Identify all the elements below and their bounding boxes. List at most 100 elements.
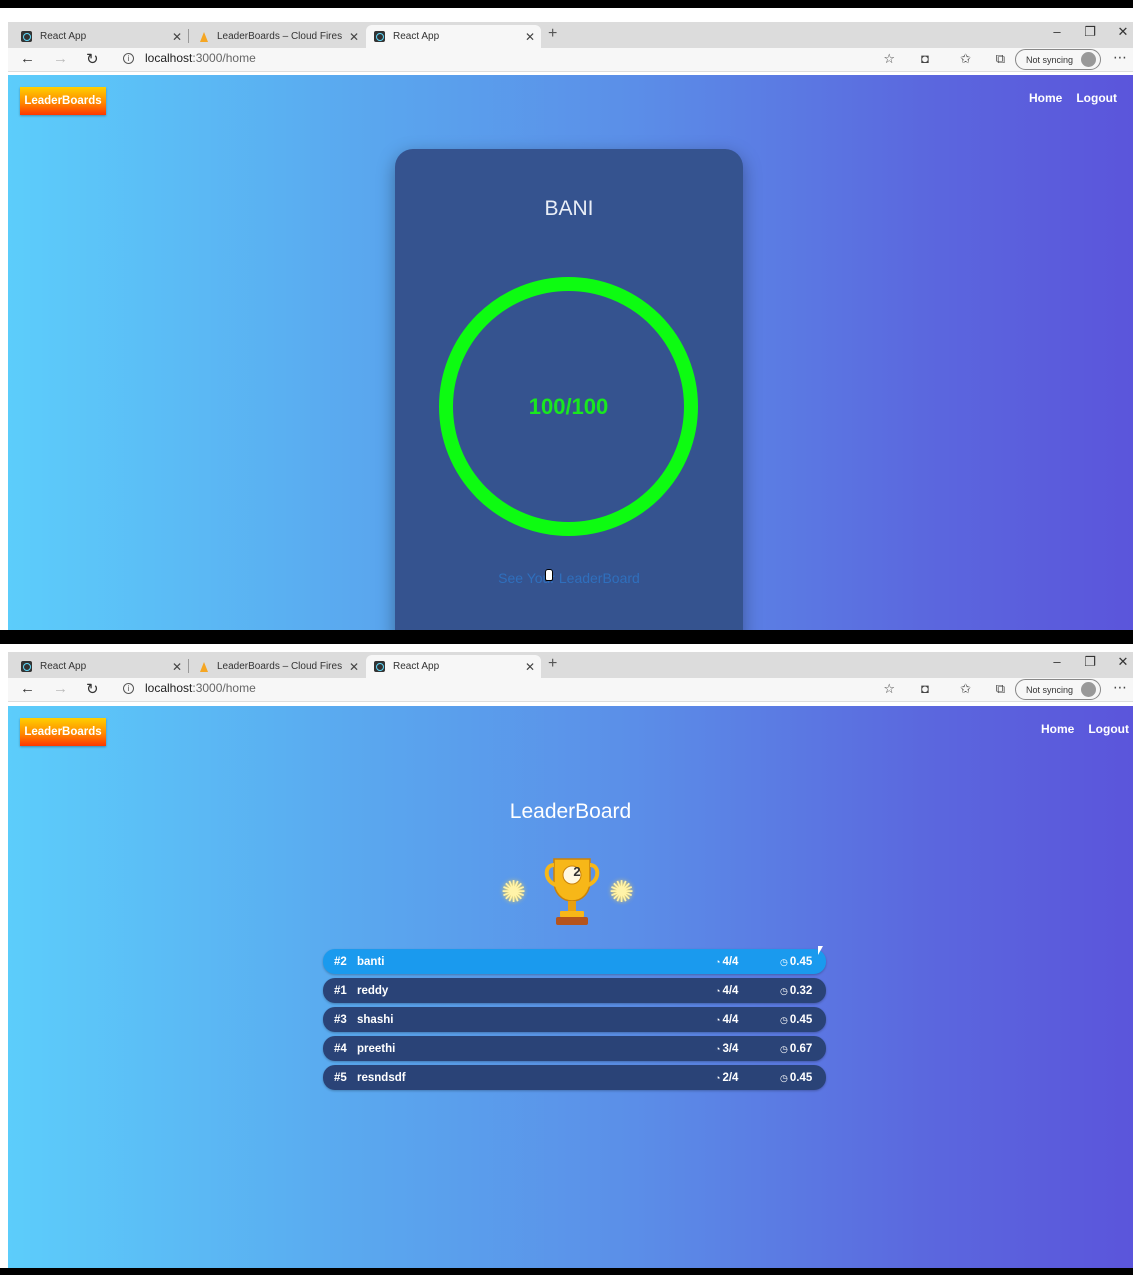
url-input[interactable]: i localhost:3000/home — [123, 681, 256, 695]
leaderboard-row[interactable]: #5 resndsdf ◔ 2/4 ◷ 0.45 — [323, 1065, 826, 1090]
nav-logout-link[interactable]: Logout — [1088, 722, 1129, 736]
row-rank: #2 — [334, 955, 347, 968]
tab-strip: React App ✕ LeaderBoards – Cloud Firesto… — [8, 652, 1133, 678]
leaderboard-title: LeaderBoard — [509, 800, 632, 823]
react-icon — [21, 31, 32, 42]
url-host: localhost — [145, 51, 193, 65]
hand-cursor-icon — [545, 569, 553, 581]
row-rank: #1 — [334, 984, 347, 997]
tab-title: LeaderBoards – Cloud Firestore ... — [217, 661, 342, 672]
window-close-icon[interactable]: ✕ — [1109, 24, 1133, 40]
tab-title: React App — [393, 661, 440, 672]
more-icon[interactable]: ⋯ — [1113, 679, 1127, 696]
bottom-black-border — [0, 1268, 1133, 1275]
logo-button[interactable]: LeaderBoards — [20, 87, 106, 115]
sync-button[interactable]: Not syncing — [1014, 49, 1101, 70]
leaderboard-row[interactable]: #3 shashi ◔ 4/4 ◷ 0.45 — [323, 1007, 826, 1032]
row-username: resndsdf — [357, 1071, 406, 1084]
favorite-star-icon[interactable]: ☆ — [883, 51, 895, 67]
row-time: ◷ 0.67 — [780, 1043, 812, 1055]
sparkle-icon: ✺ — [501, 876, 527, 909]
tab-firestore[interactable]: LeaderBoards – Cloud Firestore ... ✕ — [190, 25, 365, 48]
middle-black-border — [0, 630, 1133, 644]
user-score-card: BANI 100/100 See Your LeaderBoard — [395, 149, 743, 635]
favorites-icon[interactable]: ✩ — [960, 51, 971, 67]
tab-strip: React App ✕ LeaderBoards – Cloud Firesto… — [8, 22, 1133, 48]
refresh-icon[interactable]: ↻ — [86, 50, 99, 68]
row-solved: ◔ 3/4 — [715, 1043, 738, 1055]
url-path: :3000/home — [192, 51, 256, 65]
nav-home-link[interactable]: Home — [1041, 722, 1074, 736]
refresh-icon[interactable]: ↻ — [86, 680, 99, 698]
close-icon[interactable]: ✕ — [172, 30, 182, 44]
info-icon[interactable]: i — [123, 52, 134, 64]
back-icon[interactable]: ← — [20, 50, 35, 67]
new-tab-icon[interactable]: + — [548, 655, 557, 673]
close-icon[interactable]: ✕ — [172, 660, 182, 674]
tab-title: React App — [393, 31, 440, 42]
sync-label: Not syncing — [1025, 684, 1073, 695]
row-time-value: 0.45 — [789, 955, 813, 968]
restore-icon[interactable]: ❐ — [1076, 654, 1104, 670]
top-nav: Home Logout — [1029, 91, 1117, 105]
logo-button[interactable]: LeaderBoards — [20, 718, 106, 746]
nav-home-link[interactable]: Home — [1029, 91, 1062, 105]
camera-icon[interactable]: ◘ — [921, 681, 929, 696]
forward-icon[interactable]: → — [53, 50, 68, 67]
collections-icon[interactable]: ⧉ — [996, 51, 1005, 67]
close-icon[interactable]: ✕ — [525, 30, 535, 44]
trophy-area: ✺ 2 ✺ — [497, 855, 647, 930]
tab-react-app-active[interactable]: React App ✕ — [366, 655, 541, 678]
tab-react-app-active[interactable]: React App ✕ — [366, 25, 541, 48]
score-value: 100/100 — [528, 393, 609, 419]
sync-label: Not syncing — [1025, 54, 1073, 65]
leaderboard-row[interactable]: #4 preethi ◔ 3/4 ◷ 0.67 — [323, 1036, 826, 1061]
url-host: localhost — [145, 681, 193, 695]
close-icon[interactable]: ✕ — [349, 30, 359, 44]
row-time: ◷ 0.32 — [780, 985, 812, 997]
react-icon — [21, 661, 32, 672]
row-solved-value: 3/4 — [722, 1042, 739, 1055]
row-time-value: 0.45 — [789, 1071, 813, 1084]
row-time-value: 0.32 — [789, 984, 813, 997]
tab-title: LeaderBoards – Cloud Firestore ... — [217, 31, 342, 42]
minimize-icon[interactable]: – — [1043, 24, 1071, 39]
leaderboard-row[interactable]: #2 banti ◔ 4/4 ◷ 0.45 — [323, 949, 826, 974]
new-tab-icon[interactable]: + — [548, 25, 557, 43]
window-close-icon[interactable]: ✕ — [1109, 654, 1133, 670]
collections-icon[interactable]: ⧉ — [996, 681, 1005, 697]
url-input[interactable]: i localhost:3000/home — [123, 51, 256, 65]
sparkle-icon: ✺ — [609, 876, 635, 909]
clock-icon: ◷ — [780, 1014, 788, 1025]
sync-button[interactable]: Not syncing — [1014, 679, 1101, 700]
avatar — [1081, 682, 1096, 697]
info-icon[interactable]: i — [123, 682, 134, 694]
tab-react-app-1[interactable]: React App ✕ — [13, 655, 189, 678]
row-username: reddy — [357, 984, 389, 997]
forward-icon[interactable]: → — [53, 680, 68, 697]
tab-firestore[interactable]: LeaderBoards – Cloud Firestore ... ✕ — [190, 655, 365, 678]
restore-icon[interactable]: ❐ — [1076, 24, 1104, 40]
see-leaderboard-link[interactable]: See Your LeaderBoard — [395, 570, 743, 586]
mouse-cursor-icon — [818, 946, 823, 955]
row-time-value: 0.67 — [789, 1042, 813, 1055]
leaderboard-row[interactable]: #1 reddy ◔ 4/4 ◷ 0.32 — [323, 978, 826, 1003]
top-black-border — [0, 0, 1133, 8]
favorite-star-icon[interactable]: ☆ — [883, 681, 895, 697]
more-icon[interactable]: ⋯ — [1113, 49, 1127, 66]
favorites-icon[interactable]: ✩ — [960, 681, 971, 697]
close-icon[interactable]: ✕ — [525, 660, 535, 674]
firebase-icon — [198, 661, 209, 672]
row-solved: ◔ 4/4 — [715, 1014, 738, 1026]
tab-react-app-1[interactable]: React App ✕ — [13, 25, 189, 48]
minimize-icon[interactable]: – — [1043, 654, 1071, 669]
page-viewport: LeaderBoards Home Logout LeaderBoard ✺ 2… — [8, 706, 1133, 1268]
back-icon[interactable]: ← — [20, 680, 35, 697]
user-name: BANI — [544, 197, 594, 220]
row-solved: ◔ 4/4 — [715, 956, 738, 968]
browser-window-bottom: React App ✕ LeaderBoards – Cloud Firesto… — [0, 644, 1133, 1268]
speedometer-icon: ◔ — [715, 1072, 721, 1083]
close-icon[interactable]: ✕ — [349, 660, 359, 674]
camera-icon[interactable]: ◘ — [921, 51, 929, 66]
nav-logout-link[interactable]: Logout — [1076, 91, 1117, 105]
